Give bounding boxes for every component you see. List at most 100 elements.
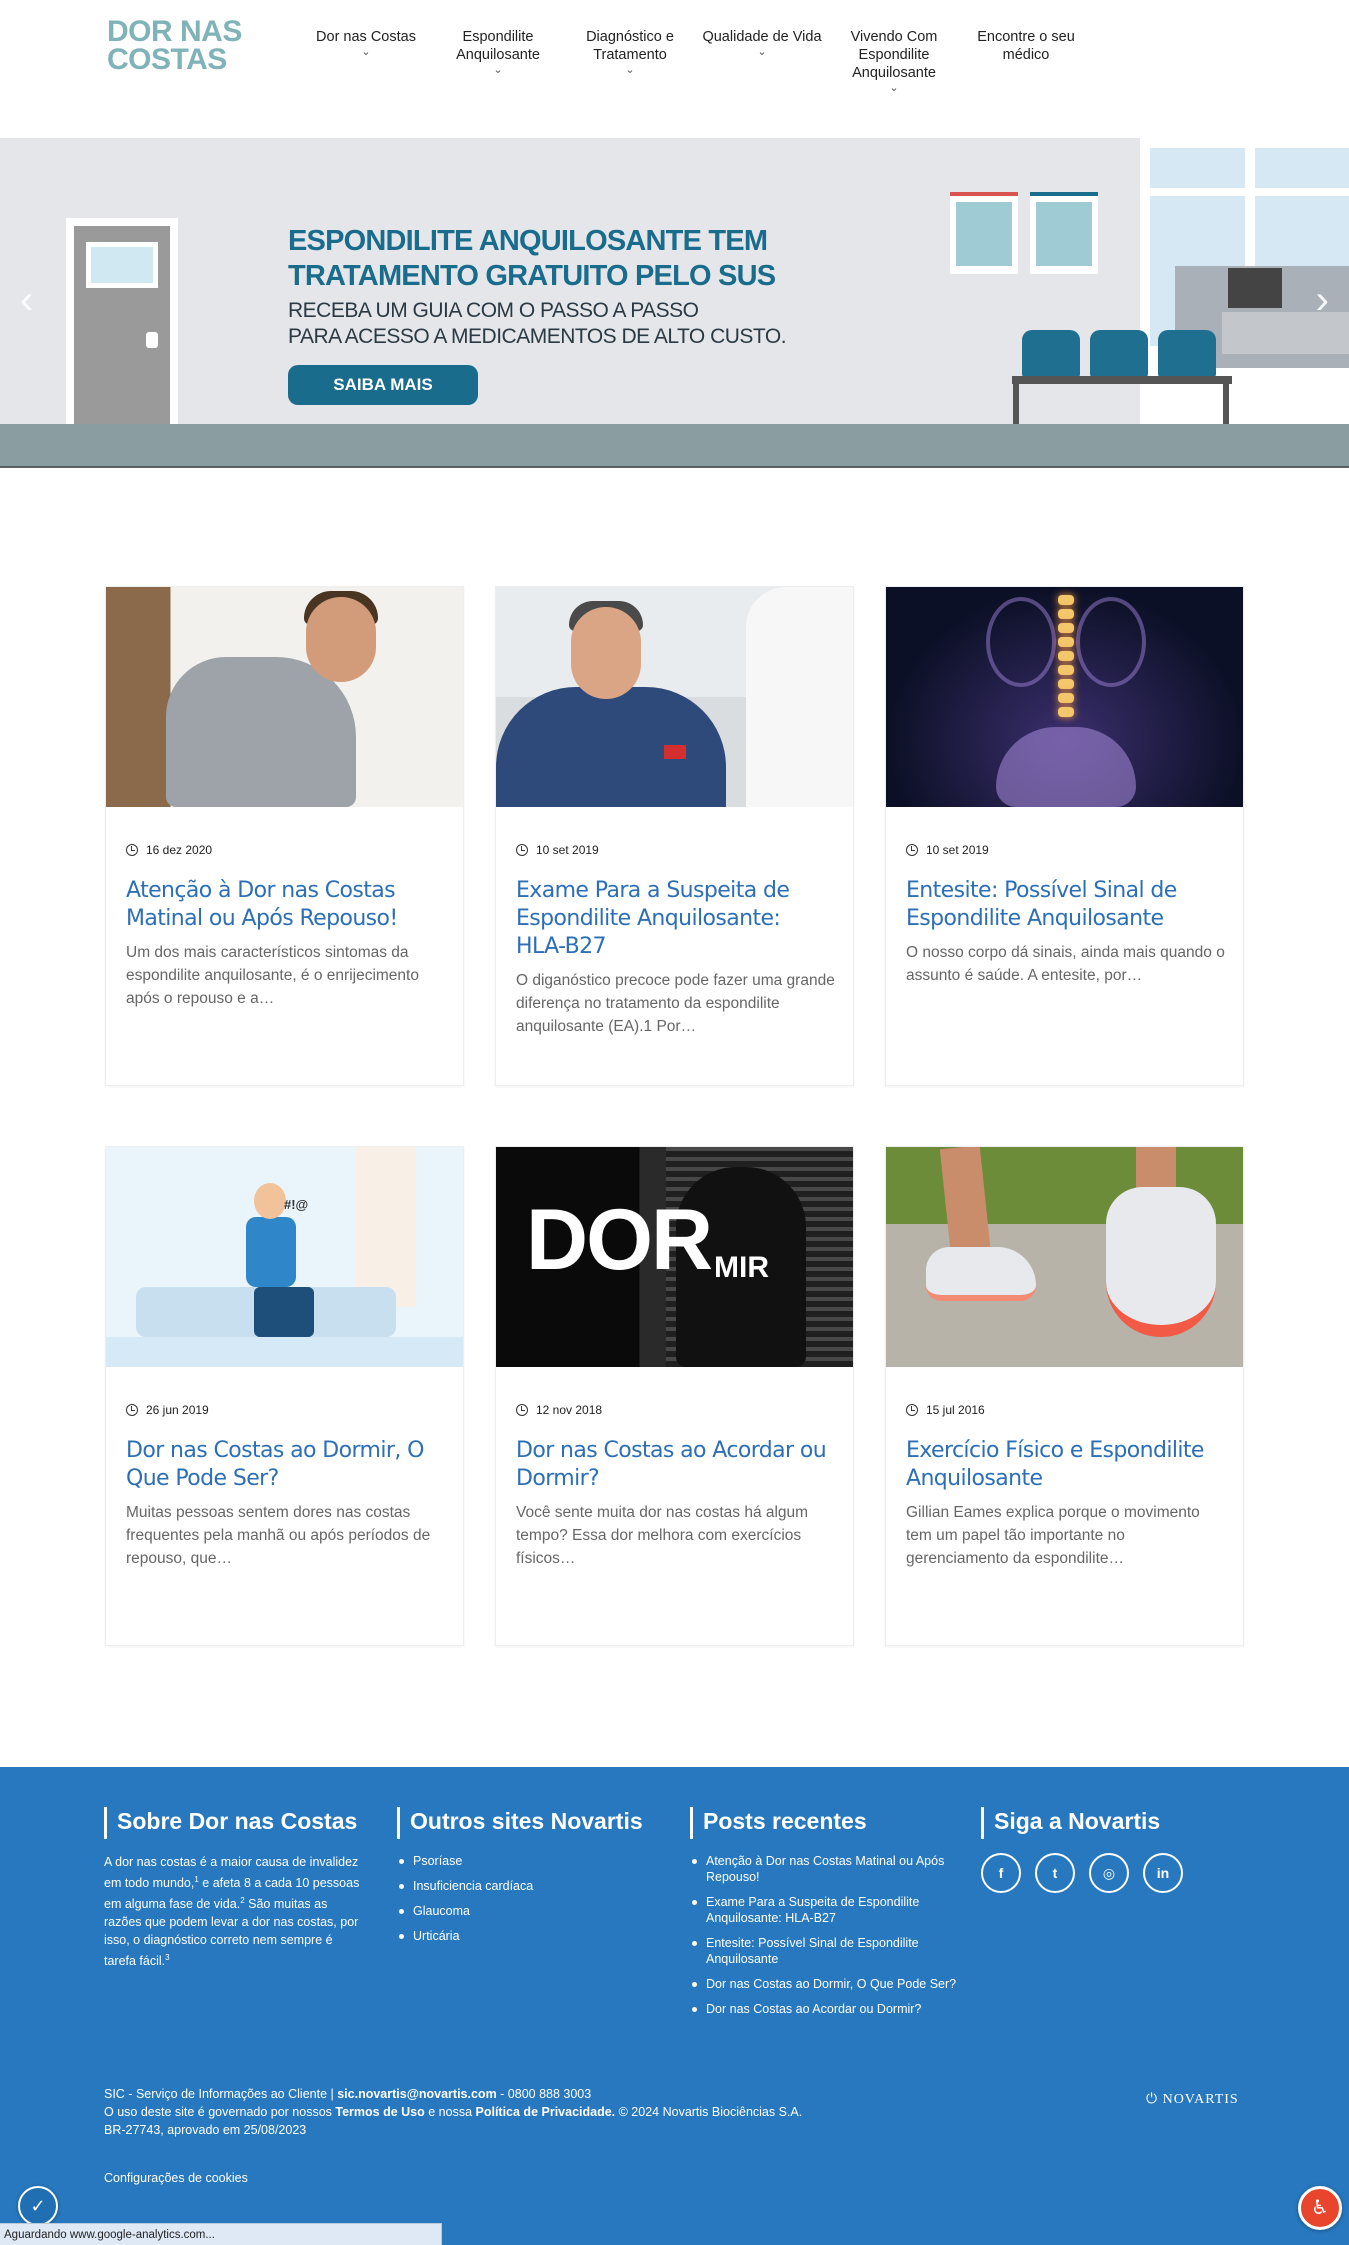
footer-follow-title: Siga a Novartis	[981, 1807, 1241, 1839]
chair-illustration	[1090, 330, 1148, 378]
footer-site-link[interactable]: Urticária	[397, 1928, 657, 1944]
cookie-settings-link[interactable]: Configurações de cookies	[104, 2171, 248, 2185]
twitter-icon[interactable]: t	[1035, 1853, 1075, 1893]
footer-recent-link[interactable]: Exame Para a Suspeita de Espondilite Anq…	[690, 1894, 960, 1926]
post-image[interactable]: #!@	[106, 1147, 463, 1367]
post-card[interactable]: 10 set 2019 Exame Para a Suspeita de Esp…	[495, 586, 854, 1086]
post-date: 10 set 2019	[906, 843, 989, 857]
post-excerpt: O diganóstico precoce pode fazer uma gra…	[516, 972, 835, 1035]
post-card[interactable]: 10 set 2019 Entesite: Possível Sinal de …	[885, 586, 1244, 1086]
footer-about-text: A dor nas costas é a maior causa de inva…	[104, 1855, 360, 1969]
chair-illustration	[1022, 330, 1080, 378]
post-date-text: 15 jul 2016	[926, 1403, 985, 1417]
site-header: DOR NAS COSTAS Dor nas Costas ⌄ Espondil…	[0, 0, 1349, 138]
post-date: 10 set 2019	[516, 843, 599, 857]
browser-status-bar: Aguardando www.google-analytics.com...	[0, 2223, 442, 2245]
logo-line-1: DOR NAS	[107, 15, 242, 48]
post-image[interactable]	[496, 587, 853, 807]
saiba-mais-button[interactable]: SAIBA MAIS	[288, 365, 478, 405]
sic-email-link[interactable]: sic.novartis@novartis.com	[337, 2087, 496, 2101]
facebook-icon[interactable]: f	[981, 1853, 1021, 1893]
dor-image-text: DOR	[526, 1192, 713, 1288]
footer-recent-link[interactable]: Atenção à Dor nas Costas Matinal ou Após…	[690, 1853, 960, 1885]
nav-item-dor-nas-costas[interactable]: Dor nas Costas ⌄	[300, 28, 432, 94]
post-title-link[interactable]: Entesite: Possível Sinal de Espondilite …	[906, 877, 1226, 933]
nav-label: Encontre o seu médico	[977, 29, 1075, 63]
nav-item-encontre-medico[interactable]: Encontre o seu médico	[960, 28, 1092, 94]
footer-recent-link[interactable]: Entesite: Possível Sinal de Espondilite …	[690, 1935, 960, 1967]
footer-site-link[interactable]: Insuficiencia cardíaca	[397, 1878, 657, 1894]
site-logo[interactable]: DOR NAS COSTAS	[107, 15, 242, 76]
clock-icon	[126, 1404, 138, 1416]
chevron-down-icon: ⌄	[889, 82, 899, 94]
linkedin-icon[interactable]: in	[1143, 1853, 1183, 1893]
social-links: f t ◎ in	[981, 1853, 1241, 1893]
hero-floor-shadow	[0, 466, 1349, 468]
footer-recent-link[interactable]: Dor nas Costas ao Dormir, O Que Pode Ser…	[690, 1976, 960, 1992]
post-image[interactable]: DOR MIR	[496, 1147, 853, 1367]
accessibility-icon[interactable]: ♿	[1298, 2186, 1342, 2230]
footer-sic-line: SIC - Serviço de Informações ao Cliente …	[104, 2087, 592, 2101]
nav-item-qualidade-de-vida[interactable]: Qualidade de Vida ⌄	[696, 28, 828, 94]
post-title-link[interactable]: Exame Para a Suspeita de Espondilite Anq…	[516, 877, 836, 961]
post-image[interactable]	[886, 1147, 1243, 1367]
post-card[interactable]: 16 dez 2020 Atenção à Dor nas Costas Mat…	[105, 586, 464, 1086]
logo-line-2: COSTAS	[107, 43, 227, 76]
clock-icon	[126, 844, 138, 856]
chevron-down-icon: ⌄	[493, 64, 503, 76]
chair-illustration	[1158, 330, 1216, 378]
post-date-text: 10 set 2019	[536, 843, 599, 857]
hero-title-line: ESPONDILITE ANQUILOSANTE TEM	[288, 225, 768, 257]
hero-text: ESPONDILITE ANQUILOSANTE TEM TRATAMENTO …	[288, 224, 908, 350]
footer-social: Siga a Novartis f t ◎ in	[981, 1807, 1241, 1893]
footer-recent-title: Posts recentes	[690, 1807, 960, 1839]
cartoon-symbols: #!@	[284, 1197, 309, 1212]
post-title-link[interactable]: Dor nas Costas ao Acordar ou Dormir?	[516, 1437, 836, 1493]
monitor-illustration	[1228, 268, 1282, 308]
novartis-logo[interactable]: ⏻ NOVARTIS	[1146, 2092, 1239, 2108]
footer-sites-title: Outros sites Novartis	[397, 1807, 657, 1839]
post-card[interactable]: #!@ 26 jun 2019 Dor nas Costas ao Dormir…	[105, 1146, 464, 1646]
post-title-link[interactable]: Exercício Físico e Espondilite Anquilosa…	[906, 1437, 1226, 1493]
nav-label: Dor nas Costas	[316, 29, 416, 45]
footer-legal-info: SIC - Serviço de Informações ao Cliente …	[104, 2085, 802, 2139]
nav-label: Diagnóstico e Tratamento	[586, 29, 674, 63]
post-excerpt: Você sente muita dor nas costas há algum…	[516, 1504, 809, 1567]
post-card[interactable]: 15 jul 2016 Exercício Físico e Espondili…	[885, 1146, 1244, 1646]
hero-subtitle: RECEBA UM GUIA COM O PASSO A PASSO PARA …	[288, 298, 908, 350]
footer-recent-posts: Posts recentes Atenção à Dor nas Costas …	[690, 1807, 960, 2026]
footer-site-link[interactable]: Psoríase	[397, 1853, 657, 1869]
post-title-link[interactable]: Atenção à Dor nas Costas Matinal ou Após…	[126, 877, 446, 933]
shield-icon[interactable]: ✓	[18, 2186, 58, 2226]
dor-image-subtext: MIR	[714, 1251, 769, 1284]
nav-item-vivendo-com[interactable]: Vivendo Com Espondilite Anquilosante ⌄	[828, 28, 960, 94]
post-excerpt: Gillian Eames explica porque o movimento…	[906, 1504, 1200, 1567]
instagram-icon[interactable]: ◎	[1089, 1853, 1129, 1893]
post-date: 15 jul 2016	[906, 1403, 985, 1417]
footer-recent-list: Atenção à Dor nas Costas Matinal ou Após…	[690, 1853, 960, 2017]
chevron-right-icon[interactable]: ›	[1316, 280, 1329, 320]
hero-sub-line: RECEBA UM GUIA COM O PASSO A PASSO	[288, 299, 699, 322]
footer-about-title: Sobre Dor nas Costas	[104, 1807, 364, 1839]
post-excerpt: Muitas pessoas sentem dores nas costas f…	[126, 1504, 431, 1567]
post-title-link[interactable]: Dor nas Costas ao Dormir, O Que Pode Ser…	[126, 1437, 446, 1493]
footer-recent-link[interactable]: Dor nas Costas ao Acordar ou Dormir?	[690, 2001, 960, 2017]
clock-icon	[516, 1404, 528, 1416]
chevron-left-icon[interactable]: ‹	[20, 280, 33, 320]
hero-banner: ESPONDILITE ANQUILOSANTE TEM TRATAMENTO …	[0, 138, 1349, 468]
post-image[interactable]	[886, 587, 1243, 807]
clock-icon	[906, 844, 918, 856]
footer-other-sites: Outros sites Novartis Psoríase Insuficie…	[397, 1807, 657, 1953]
footer-site-link[interactable]: Glaucoma	[397, 1903, 657, 1919]
nav-item-diagnostico[interactable]: Diagnóstico e Tratamento ⌄	[564, 28, 696, 94]
nav-label: Espondilite Anquilosante	[456, 29, 540, 63]
footer-terms-line: O uso deste site é governado por nossos …	[104, 2105, 803, 2119]
privacy-link[interactable]: Política de Privacidade.	[476, 2105, 616, 2119]
post-image[interactable]	[106, 587, 463, 807]
desk-illustration	[1222, 312, 1349, 354]
terms-link[interactable]: Termos de Uso	[335, 2105, 424, 2119]
poster-illustration	[1030, 192, 1098, 274]
clock-icon	[906, 1404, 918, 1416]
nav-item-espondilite[interactable]: Espondilite Anquilosante ⌄	[432, 28, 564, 94]
post-card[interactable]: DOR MIR 12 nov 2018 Dor nas Costas ao Ac…	[495, 1146, 854, 1646]
